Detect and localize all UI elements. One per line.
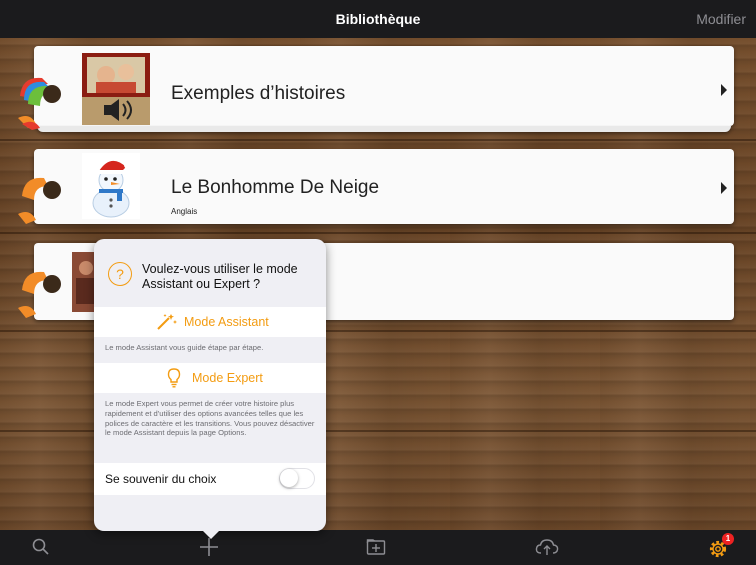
add-icon[interactable] — [199, 537, 219, 557]
remember-choice-row: Se souvenir du choix — [94, 463, 326, 495]
add-folder-icon[interactable] — [366, 538, 386, 556]
lightbulb-icon — [167, 368, 181, 388]
toggle-knob — [280, 469, 298, 487]
mode-choice-popover: ? Voulez-vous utiliser le mode Assistant… — [94, 239, 326, 531]
expert-mode-description: Le mode Expert vous permet de créer votr… — [105, 399, 315, 438]
orange-ribbon-icon — [18, 271, 61, 318]
cloud-upload-icon[interactable] — [535, 538, 559, 556]
navigation-bar: Bibliothèque Modifier — [0, 0, 756, 38]
plank-seam — [0, 232, 756, 234]
settings-badge: 1 — [722, 533, 734, 545]
plank-seam — [0, 139, 756, 141]
snowman-image — [92, 160, 132, 218]
magic-wand-icon — [157, 314, 177, 330]
assistant-mode-description: Le mode Assistant vous guide étape par é… — [105, 343, 264, 352]
remember-choice-toggle[interactable] — [279, 468, 315, 489]
book-row-snowman[interactable]: Le Bonhomme De Neige Anglais — [34, 149, 734, 224]
edit-button[interactable]: Modifier — [696, 11, 746, 27]
book-row-examples[interactable]: Exemples d’histoires — [34, 46, 734, 137]
book-cover-examples — [82, 53, 150, 125]
remember-choice-label: Se souvenir du choix — [105, 472, 217, 486]
assistant-mode-button[interactable]: Mode Assistant — [94, 307, 326, 337]
orange-ribbon-icon — [18, 177, 61, 224]
book-title: Exemples d’histoires — [171, 83, 346, 104]
book-title: Le Bonhomme De Neige — [171, 177, 380, 198]
expert-mode-button[interactable]: Mode Expert — [94, 363, 326, 393]
question-icon: ? — [108, 262, 132, 286]
expert-mode-label: Mode Expert — [192, 371, 263, 385]
page-title: Bibliothèque — [335, 11, 421, 27]
popover-question: Voulez-vous utiliser le mode Assistant o… — [142, 262, 298, 291]
book-cover-image — [82, 53, 150, 125]
multicolor-ribbon-icon — [18, 77, 61, 130]
assistant-mode-label: Mode Assistant — [184, 315, 269, 329]
search-icon[interactable] — [32, 538, 50, 556]
chevron-right-icon — [721, 182, 727, 194]
book-language: Anglais — [171, 207, 198, 216]
book-cover-snowman — [82, 153, 140, 219]
chevron-right-icon — [721, 84, 727, 96]
popover-arrow — [201, 529, 221, 539]
